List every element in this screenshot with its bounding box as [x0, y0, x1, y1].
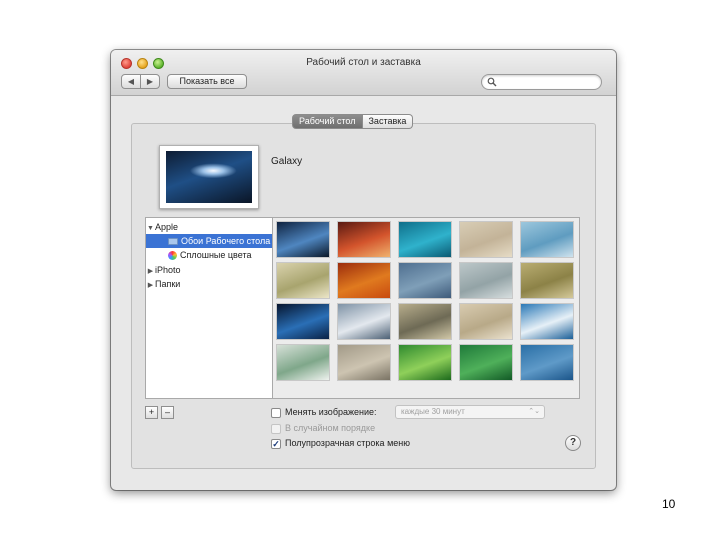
wallpaper-thumbnail-green-grass[interactable] [460, 345, 512, 380]
tab-screensaver[interactable]: Заставка [362, 114, 414, 129]
wallpaper-thumbnail-red-rock[interactable] [338, 222, 390, 257]
search-input[interactable] [481, 74, 602, 90]
wallpaper-preview-image [166, 151, 252, 203]
current-wallpaper-name: Galaxy [271, 156, 303, 167]
interval-value: каждые 30 минут [401, 407, 465, 416]
current-wallpaper-preview [159, 145, 259, 209]
source-item-desktop-pictures[interactable]: Обои Рабочего стола [146, 234, 272, 248]
source-item-label: Сплошные цвета [180, 250, 252, 260]
source-item-label: Обои Рабочего стола [181, 236, 271, 246]
wallpaper-thumbnail-snow-valley[interactable] [338, 304, 390, 339]
wallpaper-thumbnail-lily-pads[interactable] [277, 345, 329, 380]
source-item-label: Папки [155, 279, 181, 289]
random-order-checkbox[interactable] [271, 424, 281, 434]
folder-icon [168, 238, 178, 246]
forward-arrow-icon: ▶ [146, 77, 154, 86]
translucent-menu-label: Полупрозрачная строка меню [285, 438, 410, 448]
wallpaper-thumbnail-ice-field[interactable] [521, 304, 573, 339]
wallpaper-thumbnail-foggy-lake[interactable] [460, 263, 512, 298]
source-list: ▼Apple Обои Рабочего стола Сплошные цвет… [145, 217, 273, 399]
source-item-label: Apple [155, 222, 179, 232]
add-folder-button[interactable]: + [145, 406, 158, 419]
wallpaper-thumbnail-frog-leaf[interactable] [399, 345, 451, 380]
wallpaper-thumbnail-blue-water[interactable] [521, 345, 573, 380]
source-item-solid-colors[interactable]: Сплошные цвета [146, 248, 272, 262]
tab-desktop[interactable]: Рабочий стол [292, 114, 363, 129]
wallpaper-thumbnail-ocean-waves[interactable] [399, 222, 451, 257]
change-picture-checkbox[interactable] [271, 408, 281, 418]
wallpaper-thumbnail-sand-dunes[interactable] [460, 222, 512, 257]
wallpaper-thumbnail-savanna-field[interactable] [521, 263, 573, 298]
remove-folder-button[interactable]: – [161, 406, 174, 419]
source-item-iphoto[interactable]: ▶ iPhoto [146, 263, 272, 277]
wallpaper-thumbnail-desert-herd[interactable] [460, 304, 512, 339]
tab-bar: Рабочий стол Заставка [292, 114, 414, 129]
forward-button[interactable]: ▶ [140, 74, 160, 89]
wallpaper-thumbnail-grass[interactable] [277, 263, 329, 298]
color-wheel-icon [168, 251, 177, 261]
back-arrow-icon: ◀ [127, 77, 135, 86]
wallpaper-grid [273, 217, 580, 399]
wallpaper-thumbnail-elephant[interactable] [399, 304, 451, 339]
change-picture-label: Менять изображение: [285, 407, 377, 417]
wallpaper-thumbnail-earth-horizon[interactable] [277, 304, 329, 339]
source-item-label: iPhoto [155, 265, 181, 275]
window-title: Рабочий стол и заставка [306, 57, 421, 68]
title-bar: Рабочий стол и заставка ◀ ▶ Показать все [111, 50, 616, 96]
interval-select[interactable]: каждые 30 минут ⌃⌄ [395, 405, 545, 419]
wallpaper-thumbnail-stone-layers[interactable] [338, 345, 390, 380]
back-button[interactable]: ◀ [121, 74, 141, 89]
disclosure-triangle-icon[interactable]: ▶ [146, 279, 155, 293]
show-all-button[interactable]: Показать все [167, 74, 247, 89]
wallpaper-thumbnail-autumn-leaves[interactable] [338, 263, 390, 298]
search-icon [487, 77, 497, 87]
popup-arrows-icon: ⌃⌄ [528, 408, 540, 415]
desktop-screensaver-window: Рабочий стол и заставка ◀ ▶ Показать все… [111, 50, 616, 490]
wallpaper-thumbnail-blue-haze[interactable] [399, 263, 451, 298]
random-order-label: В случайном порядке [285, 423, 376, 433]
wallpaper-thumbnail-galaxy[interactable] [277, 222, 329, 257]
source-item-folders[interactable]: ▶ Папки [146, 277, 272, 291]
source-item-apple[interactable]: ▼Apple [146, 220, 272, 234]
wallpaper-thumbnail-blue-trees[interactable] [521, 222, 573, 257]
page-number: 10 [662, 497, 676, 511]
help-button[interactable]: ? [565, 435, 581, 451]
translucent-menu-checkbox[interactable]: ✓ [271, 439, 281, 449]
checkmark-icon: ✓ [272, 439, 280, 449]
